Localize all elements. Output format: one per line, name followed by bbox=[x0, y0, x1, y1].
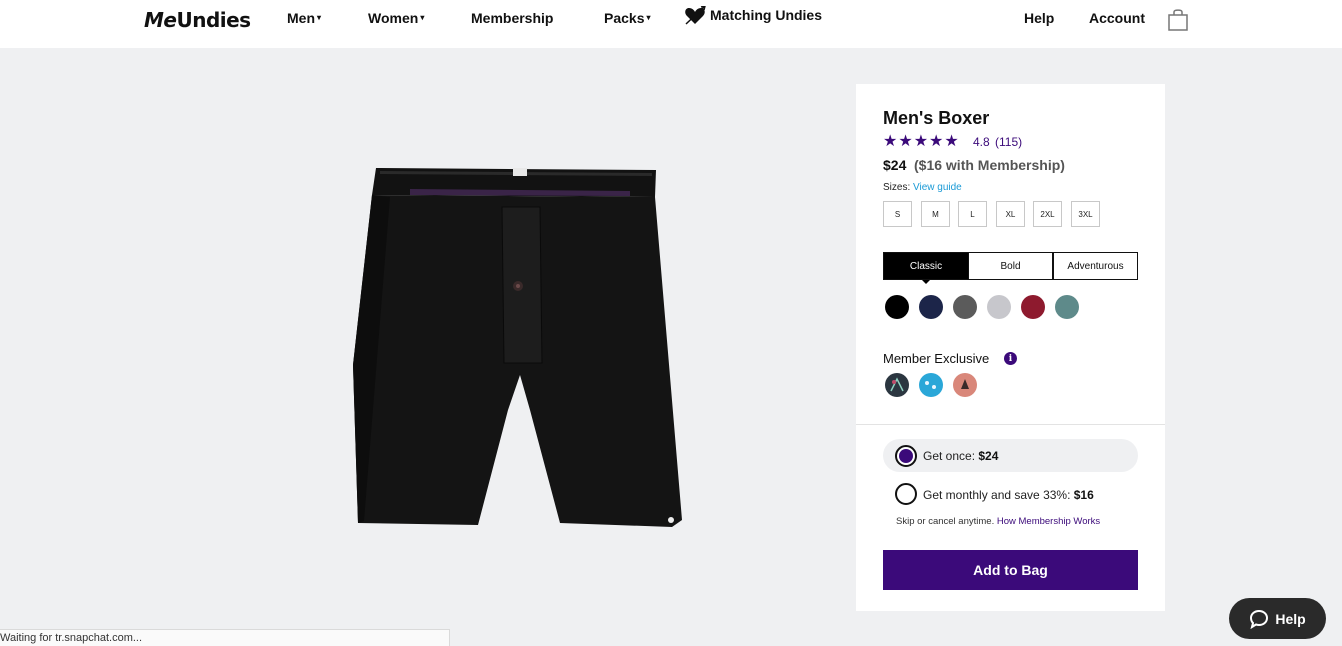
chevron-down-icon: ▾ bbox=[317, 13, 322, 22]
help-chat-label: Help bbox=[1275, 610, 1306, 627]
print-pattern bbox=[890, 377, 904, 392]
info-icon[interactable]: i bbox=[1004, 352, 1017, 365]
get-once-label: Get once: bbox=[923, 449, 979, 463]
star-icon: ★ bbox=[929, 133, 944, 150]
nav-men[interactable]: Men ▾ bbox=[287, 10, 321, 26]
price: $24 bbox=[883, 157, 907, 173]
chevron-down-icon: ▾ bbox=[646, 13, 651, 22]
browser-status-bar: Waiting for tr.snapchat.com... bbox=[0, 629, 450, 646]
member-exclusive-label: Member Exclusive bbox=[883, 351, 990, 366]
logo-me: Me bbox=[144, 8, 177, 32]
member-price: ($16 with Membership) bbox=[914, 157, 1065, 173]
size-option-m[interactable]: M bbox=[921, 201, 950, 227]
get-once-price: $24 bbox=[978, 449, 999, 463]
sizes-label: Sizes: bbox=[883, 182, 911, 193]
nav-women[interactable]: Women ▾ bbox=[368, 10, 424, 26]
member-print-swatch-blue[interactable] bbox=[919, 373, 943, 397]
get-once-text: Get once: $24 bbox=[923, 449, 998, 463]
product-image bbox=[353, 168, 682, 527]
color-swatch-teal[interactable] bbox=[1055, 295, 1079, 319]
nav-women-label: Women bbox=[368, 10, 419, 26]
star-icon: ★ bbox=[898, 133, 913, 150]
size-option-l[interactable]: L bbox=[958, 201, 987, 227]
logo-undies: Undies bbox=[176, 8, 251, 32]
divider bbox=[856, 424, 1165, 425]
print-pattern bbox=[961, 379, 969, 389]
chevron-down-icon: ▾ bbox=[420, 13, 425, 22]
nav-matching-undies[interactable]: Matching Undies bbox=[684, 6, 823, 28]
color-swatch-heather-grey[interactable] bbox=[987, 295, 1011, 319]
how-membership-works-link[interactable]: How Membership Works bbox=[997, 516, 1100, 527]
meundies-logo[interactable]: MeUndies bbox=[144, 8, 251, 32]
skip-cancel-text: Skip or cancel anytime. How Membership W… bbox=[896, 516, 1100, 527]
get-once-option[interactable]: Get once: $24 bbox=[883, 439, 1138, 472]
star-icon: ★ bbox=[883, 133, 898, 150]
get-monthly-label: Get monthly and save 33%: bbox=[923, 488, 1074, 502]
add-to-bag-button[interactable]: Add to Bag bbox=[883, 550, 1138, 590]
help-chat-button[interactable]: Help bbox=[1229, 598, 1326, 639]
nav-men-label: Men bbox=[287, 10, 315, 26]
shopping-bag-icon[interactable] bbox=[1167, 8, 1189, 32]
chat-bubble-icon bbox=[1250, 609, 1269, 629]
star-icon: ★ bbox=[913, 133, 929, 150]
review-count[interactable]: (115) bbox=[995, 135, 1022, 149]
color-swatch-red[interactable] bbox=[1021, 295, 1045, 319]
rating-value: 4.8 bbox=[973, 135, 990, 149]
site-header: MeUndies Men ▾ Women ▾ Membership Packs ▾ M… bbox=[0, 0, 1342, 48]
nav-help[interactable]: Help bbox=[1024, 10, 1054, 26]
member-print-swatch-dark[interactable] bbox=[885, 373, 909, 397]
size-option-3xl[interactable]: 3XL bbox=[1071, 201, 1100, 227]
color-swatch-navy[interactable] bbox=[919, 295, 943, 319]
color-swatch-charcoal[interactable] bbox=[953, 295, 977, 319]
tab-adventurous[interactable]: Adventurous bbox=[1053, 252, 1138, 280]
size-option-s[interactable]: S bbox=[883, 201, 912, 227]
nav-packs[interactable]: Packs ▾ bbox=[604, 10, 651, 26]
get-once-radio[interactable] bbox=[895, 445, 917, 467]
size-option-xl[interactable]: XL bbox=[996, 201, 1025, 227]
print-pattern bbox=[925, 381, 936, 389]
product-title: Men's Boxer bbox=[883, 108, 990, 128]
tab-classic[interactable]: Classic bbox=[883, 252, 969, 280]
get-monthly-text[interactable]: Get monthly and save 33%: $16 bbox=[923, 488, 1094, 502]
color-swatch-black[interactable] bbox=[885, 295, 909, 319]
star-icon: ★ bbox=[944, 133, 959, 150]
nav-membership[interactable]: Membership bbox=[471, 10, 553, 26]
nav-packs-label: Packs bbox=[604, 10, 645, 26]
skip-text: Skip or cancel anytime. bbox=[896, 516, 997, 527]
active-tab-pointer bbox=[922, 280, 930, 284]
get-monthly-radio[interactable] bbox=[895, 483, 917, 505]
nav-matching-label: Matching Undies bbox=[710, 6, 823, 23]
member-print-swatch-coral[interactable] bbox=[953, 373, 977, 397]
get-monthly-price: $16 bbox=[1073, 488, 1094, 502]
nav-account[interactable]: Account bbox=[1089, 10, 1145, 26]
view-size-guide-link[interactable]: View guide bbox=[913, 182, 962, 193]
product-panel: Men's Boxer ★ ★ ★ ★ ★ 4.8 (115) $24 ($16… bbox=[856, 84, 1165, 611]
tab-bold[interactable]: Bold bbox=[968, 252, 1053, 280]
size-option-2xl[interactable]: 2XL bbox=[1033, 201, 1062, 227]
rating-stars[interactable]: ★ ★ ★ ★ ★ bbox=[883, 134, 959, 150]
heart-arrow-icon bbox=[685, 6, 706, 25]
